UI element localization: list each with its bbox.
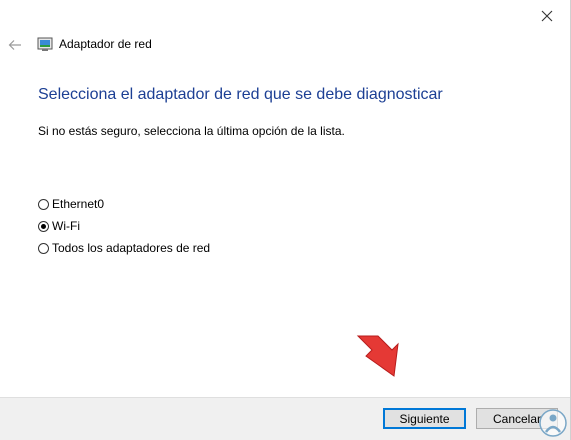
option-wifi[interactable]: Wi-Fi — [38, 215, 210, 237]
radio-button-selected[interactable] — [38, 220, 49, 232]
option-ethernet0[interactable]: Ethernet0 — [38, 193, 210, 215]
option-label: Wi-Fi — [52, 219, 80, 233]
troubleshooter-window: Adaptador de red Selecciona el adaptador… — [0, 0, 571, 440]
option-all-adapters[interactable]: Todos los adaptadores de red — [38, 237, 210, 259]
cancel-button[interactable]: Cancelar — [476, 408, 558, 429]
footer-bar: Siguiente Cancelar — [0, 397, 570, 440]
instruction-text: Si no estás seguro, selecciona la última… — [38, 124, 345, 138]
back-arrow-icon — [8, 40, 21, 50]
close-icon — [541, 10, 553, 22]
radio-button[interactable] — [38, 198, 49, 210]
radio-button[interactable] — [38, 242, 49, 254]
option-label: Todos los adaptadores de red — [52, 241, 211, 255]
page-heading: Selecciona el adaptador de red que se de… — [38, 86, 443, 103]
adapter-options: Ethernet0 Wi-Fi Todos los adaptadores de… — [38, 193, 210, 259]
radio-dot — [41, 223, 46, 229]
pointer-arrow-icon — [356, 335, 399, 377]
back-button[interactable] — [6, 37, 24, 53]
close-button[interactable] — [532, 4, 562, 28]
title-bar: Adaptador de red — [37, 36, 152, 52]
next-button[interactable]: Siguiente — [383, 408, 466, 429]
window-title: Adaptador de red — [59, 37, 152, 51]
network-adapter-icon — [37, 37, 53, 51]
option-label: Ethernet0 — [52, 197, 105, 211]
